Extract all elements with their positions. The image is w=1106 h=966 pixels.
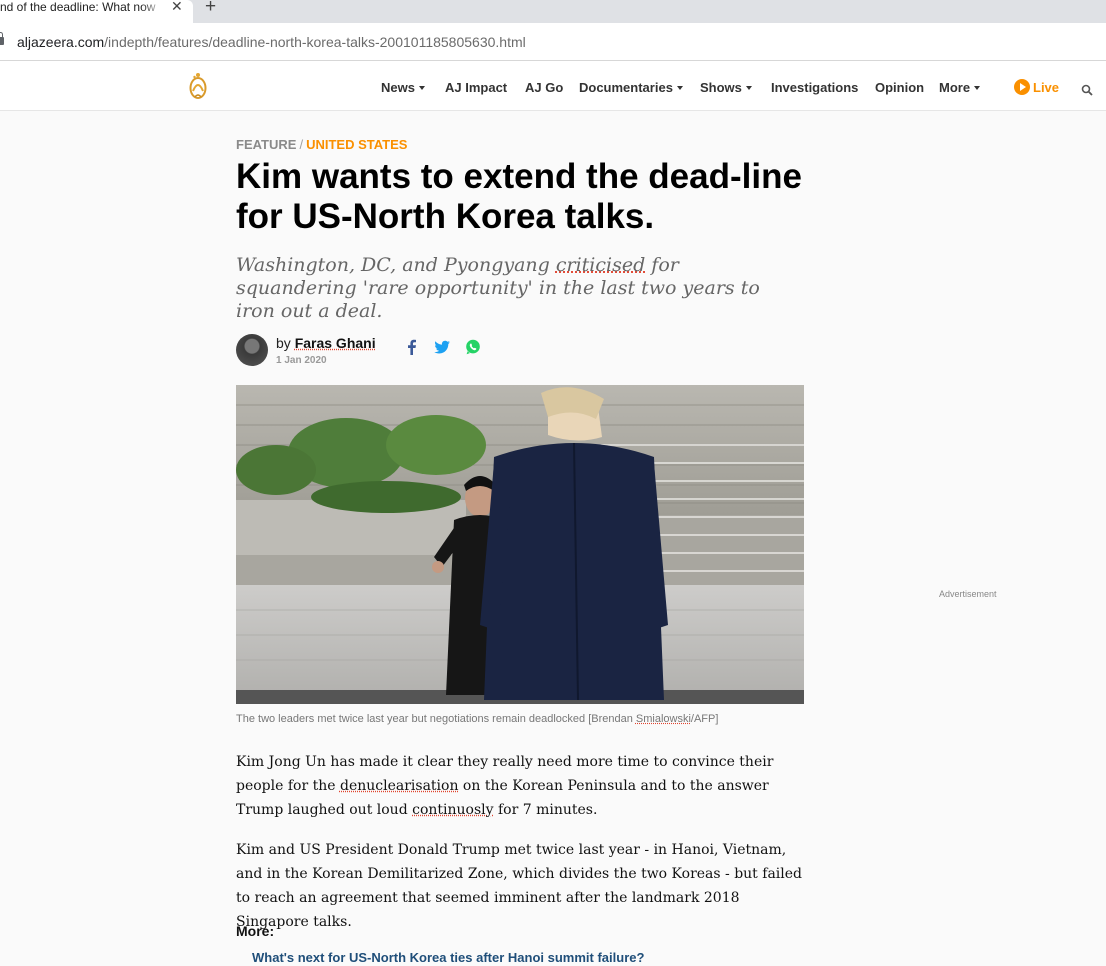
nav-documentaries[interactable]: Documentaries xyxy=(579,81,683,95)
kicker-separator: / xyxy=(299,137,303,152)
caption-flagged-word: Smialowski xyxy=(636,713,691,725)
nav-shows-label: Shows xyxy=(700,80,742,95)
nav-news-label: News xyxy=(381,80,415,95)
standfirst-flagged-word: criticised xyxy=(556,254,645,276)
search-icon[interactable] xyxy=(1081,84,1093,96)
whatsapp-icon[interactable] xyxy=(464,338,482,356)
play-icon xyxy=(1014,79,1030,95)
url-host: aljazeera.com xyxy=(17,34,104,50)
nav-documentaries-label: Documentaries xyxy=(579,80,673,95)
nav-more[interactable]: More xyxy=(939,81,980,95)
author-avatar[interactable] xyxy=(236,334,268,366)
byline-prefix: by xyxy=(276,335,295,351)
more-label: More: xyxy=(236,923,274,939)
advertisement-label: Advertisement xyxy=(939,589,997,599)
caption-text-1: The two leaders met twice last year but … xyxy=(236,713,636,725)
lock-icon xyxy=(0,37,4,45)
kicker-section[interactable]: FEATURE xyxy=(236,137,296,152)
kicker-topic[interactable]: UNITED STATES xyxy=(306,137,407,152)
p1-flagged-word-2: continuosly xyxy=(412,802,493,818)
paragraph-2: Kim and US President Donald Trump met tw… xyxy=(236,838,806,934)
browser-tab[interactable]: nd of the deadline: What now ✕ xyxy=(0,0,193,23)
browser-tab-strip: nd of the deadline: What now ✕ + xyxy=(0,0,1106,23)
paragraph-1: Kim Jong Un has made it clear they reall… xyxy=(236,750,806,822)
hero-photo[interactable] xyxy=(236,385,804,704)
standfirst-text-1: Washington, DC, and Pyongyang xyxy=(236,254,556,276)
caption-text-2: /AFP] xyxy=(691,713,719,725)
nav-investigations[interactable]: Investigations xyxy=(771,81,858,95)
new-tab-button[interactable]: + xyxy=(205,0,216,16)
url-text[interactable]: aljazeera.com/indepth/features/deadline-… xyxy=(17,34,526,50)
chevron-down-icon xyxy=(677,86,683,90)
related-article-link[interactable]: What's next for US-North Korea ties afte… xyxy=(252,950,644,966)
tab-close-icon[interactable]: ✕ xyxy=(171,0,183,13)
byline: by Faras Ghani xyxy=(276,336,376,351)
p1-flagged-word-1: denuclearisation xyxy=(340,778,458,794)
nav-aj-go[interactable]: AJ Go xyxy=(525,81,563,95)
address-bar[interactable]: aljazeera.com/indepth/features/deadline-… xyxy=(0,23,1106,61)
article-kicker: FEATURE / UNITED STATES xyxy=(236,138,407,152)
site-navigation: News AJ Impact AJ Go Documentaries Shows… xyxy=(0,61,1106,111)
photo-caption: The two leaders met twice last year but … xyxy=(236,713,836,726)
article-headline: Kim wants to extend the dead-line for US… xyxy=(236,157,836,237)
nav-shows[interactable]: Shows xyxy=(700,81,752,95)
tab-title: nd of the deadline: What now xyxy=(0,0,165,14)
chevron-down-icon xyxy=(974,86,980,90)
article-date: 1 Jan 2020 xyxy=(276,355,327,366)
live-label: Live xyxy=(1033,81,1059,95)
p1-text-3: for 7 minutes. xyxy=(494,802,598,818)
nav-aj-impact[interactable]: AJ Impact xyxy=(445,81,507,95)
twitter-icon[interactable] xyxy=(433,338,451,356)
article-standfirst: Washington, DC, and Pyongyang criticised… xyxy=(236,254,796,323)
chevron-down-icon xyxy=(419,86,425,90)
author-link[interactable]: Faras Ghani xyxy=(295,335,376,351)
nav-opinion[interactable]: Opinion xyxy=(875,81,924,95)
facebook-icon[interactable] xyxy=(403,338,421,356)
url-path: /indepth/features/deadline-north-korea-t… xyxy=(104,34,526,50)
nav-more-label: More xyxy=(939,80,970,95)
aljazeera-logo[interactable] xyxy=(186,71,210,101)
chevron-down-icon xyxy=(746,86,752,90)
nav-news[interactable]: News xyxy=(381,81,425,95)
